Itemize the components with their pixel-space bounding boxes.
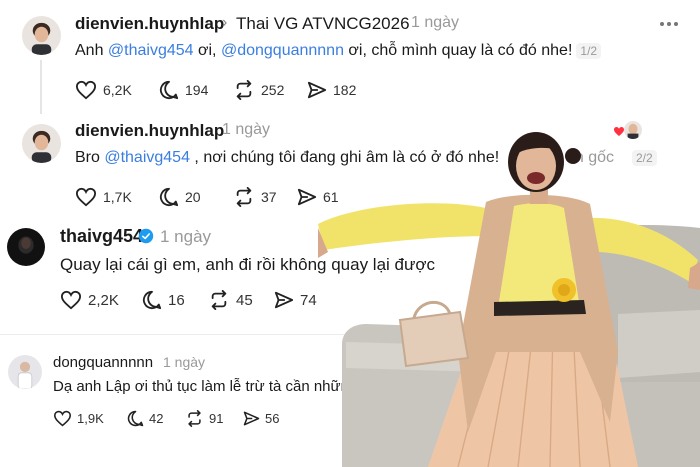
- thread-connector-line: [40, 60, 42, 114]
- username[interactable]: dienvien.huynhlap: [75, 121, 224, 141]
- reply-to-name[interactable]: Thai VG ATVNCG2026: [236, 14, 410, 34]
- share-button[interactable]: 182: [307, 80, 367, 100]
- username[interactable]: dienvien.huynhlap: [75, 14, 224, 34]
- comment-icon: [127, 410, 144, 427]
- reply-arrow-icon: ›: [222, 14, 228, 31]
- avatar-dienvien-1[interactable]: [22, 16, 61, 55]
- like-button[interactable]: 2,2K: [60, 290, 142, 310]
- repost-button[interactable]: 37: [233, 187, 297, 207]
- comment-icon: [159, 80, 179, 100]
- comment-button[interactable]: 194: [159, 80, 233, 100]
- avatar-dongquannnnn[interactable]: [8, 355, 42, 389]
- verified-icon: [138, 228, 154, 244]
- like-button[interactable]: 1,9K: [53, 410, 127, 427]
- post-text: Anh @thaivg454 ơi, @dongquannnnn ơi, chỗ…: [75, 42, 602, 60]
- post-divider: [0, 334, 350, 335]
- repost-icon: [211, 290, 227, 310]
- like-button[interactable]: 6,2K: [75, 80, 159, 100]
- action-bar: 1,7K 20 37 61: [75, 187, 357, 207]
- person-photo-overlay: [318, 132, 700, 467]
- post-time: 1 ngày: [411, 14, 460, 31]
- post-time: 1 ngày: [163, 354, 206, 370]
- comment-icon: [142, 290, 162, 310]
- repost-icon: [236, 187, 252, 207]
- more-icon[interactable]: [660, 22, 678, 26]
- share-icon: [307, 81, 327, 99]
- mention-link[interactable]: @thaivg454: [108, 42, 194, 59]
- mention-link[interactable]: @dongquannnnn: [221, 42, 344, 59]
- comment-icon: [159, 187, 179, 207]
- repost-button[interactable]: 91: [185, 410, 243, 427]
- share-icon: [297, 188, 317, 206]
- action-bar: 6,2K 194 252 182: [75, 80, 367, 100]
- post-time: 1 ngày: [160, 227, 212, 246]
- avatar-thaivg454[interactable]: [7, 228, 45, 266]
- username[interactable]: thaivg454: [60, 226, 143, 247]
- heart-icon: [75, 80, 97, 100]
- username[interactable]: dongquannnnn: [53, 354, 153, 371]
- share-icon: [243, 411, 260, 426]
- post-text: Dạ anh Lập ơi thủ tục làm lễ trừ tà cần …: [53, 378, 358, 395]
- avatar-dienvien-2[interactable]: [22, 124, 61, 163]
- heart-icon: [60, 290, 82, 310]
- post-time: 1 ngày: [222, 121, 271, 138]
- heart-icon: [75, 187, 97, 207]
- mention-link[interactable]: @thaivg454: [104, 149, 190, 166]
- share-button[interactable]: 56: [243, 410, 293, 427]
- thread-pager: 1/2: [576, 43, 602, 59]
- repost-button[interactable]: 45: [208, 290, 274, 310]
- comment-button[interactable]: 42: [127, 410, 185, 427]
- repost-icon: [236, 80, 252, 100]
- repost-icon: [188, 410, 201, 427]
- share-icon: [274, 291, 294, 309]
- comment-button[interactable]: 20: [159, 187, 233, 207]
- action-bar: 2,2K 16 45 74: [60, 290, 334, 310]
- heart-icon: [53, 410, 72, 427]
- like-button[interactable]: 1,7K: [75, 187, 159, 207]
- repost-button[interactable]: 252: [233, 80, 307, 100]
- comment-button[interactable]: 16: [142, 290, 208, 310]
- action-bar: 1,9K 42 91 56: [53, 410, 293, 427]
